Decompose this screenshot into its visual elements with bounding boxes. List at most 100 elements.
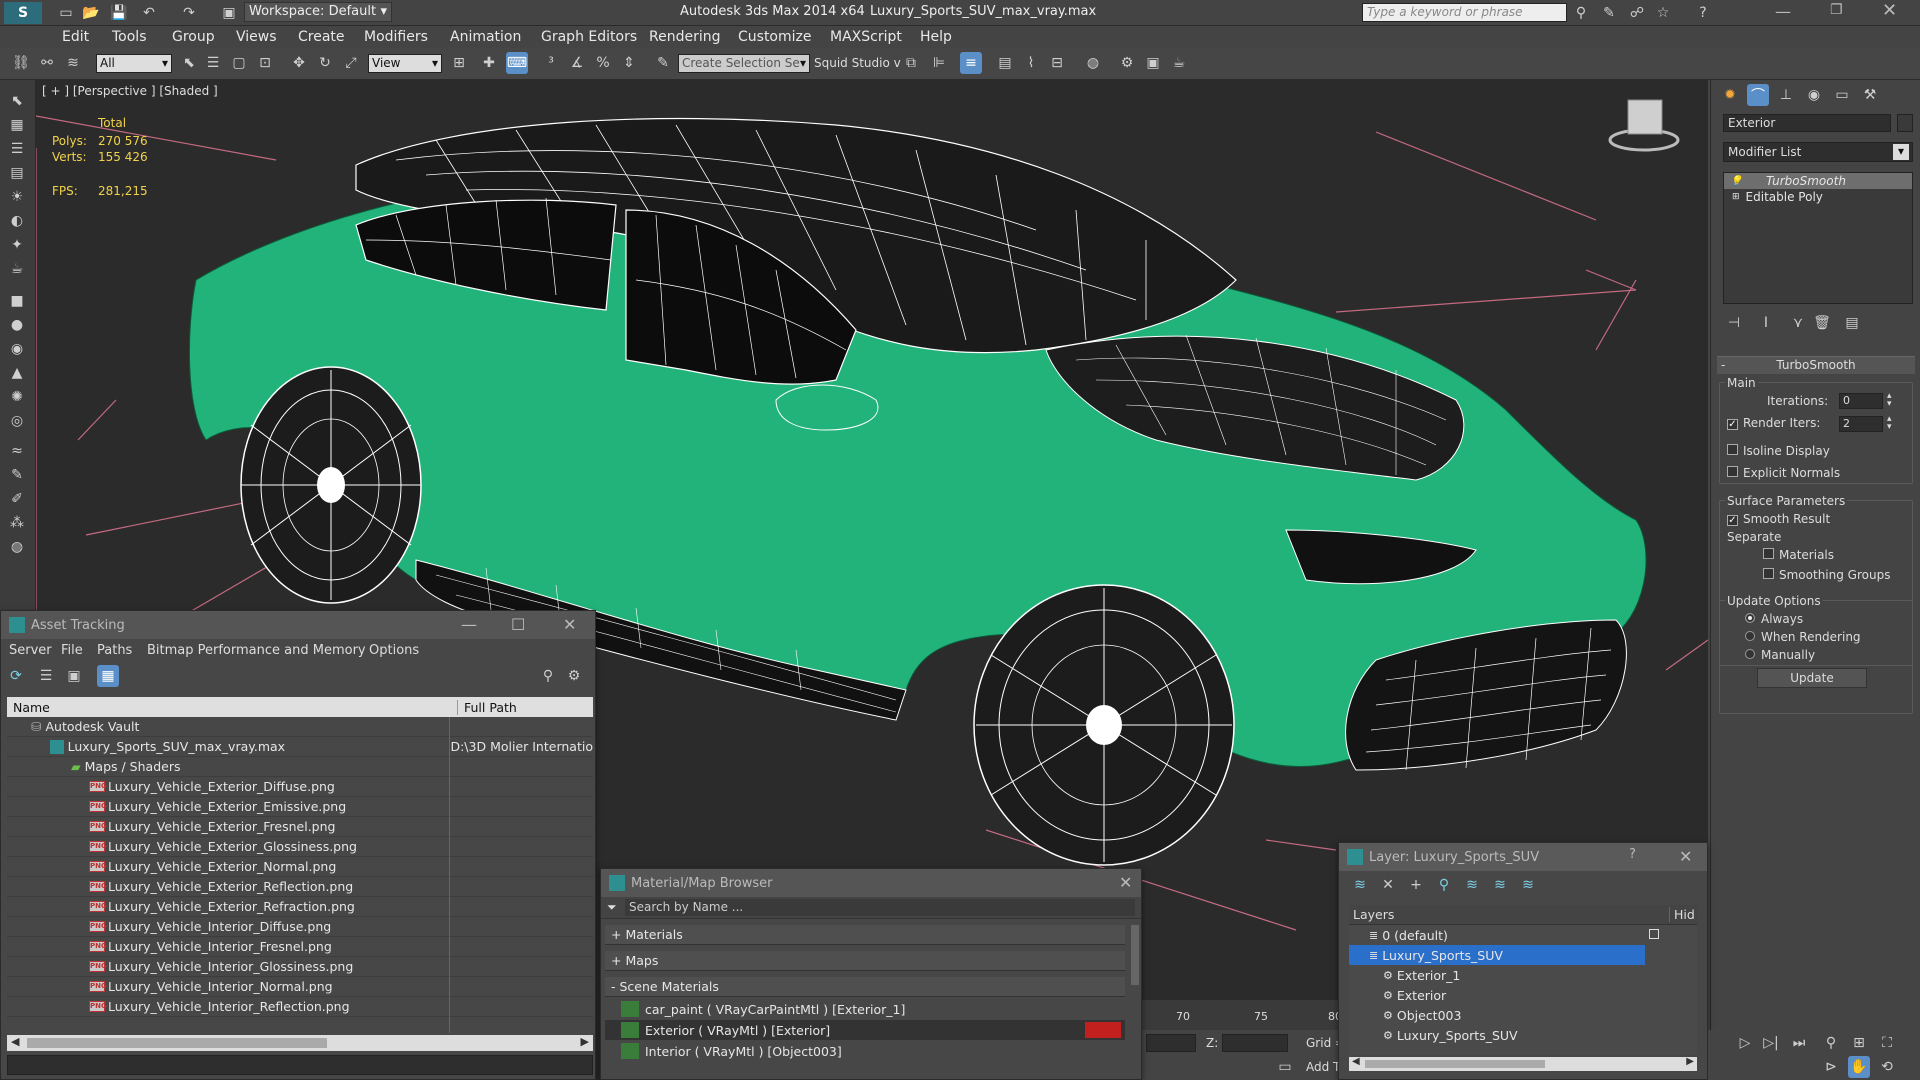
column-name[interactable]: Name (13, 700, 50, 715)
tool-move-icon[interactable]: ▦ (6, 114, 28, 136)
menu-edit[interactable]: Edit (62, 29, 89, 45)
save-icon[interactable]: 💾 (108, 2, 130, 24)
layer-h-scrollbar[interactable]: ◀ ▶ (1349, 1056, 1697, 1071)
selection-filter-dropdown[interactable]: All ▾ (96, 54, 172, 73)
search-input[interactable]: Type a keyword or phrase (1362, 3, 1567, 22)
display-tab-icon[interactable]: ▭ (1831, 84, 1853, 106)
iterations-spinner[interactable]: 0 (1839, 393, 1883, 409)
coord-field-z[interactable] (1222, 1034, 1288, 1052)
menu-paths[interactable]: Paths (97, 643, 132, 658)
snap-icon[interactable]: ³ (540, 52, 562, 74)
curve-editor-icon[interactable]: ⌇ (1020, 52, 1042, 74)
zoom-icon[interactable]: ⚲ (1820, 1032, 1842, 1054)
tool-helper-icon[interactable]: ✦ (6, 234, 28, 256)
layer-row[interactable]: ⚙ Object003 (1349, 1005, 1689, 1025)
max-file-row[interactable]: Luxury_Sports_SUV_max_vray.max D:\3D Moli… (7, 737, 593, 757)
vault-icon[interactable]: ⚲ (537, 665, 559, 687)
section-scene-materials[interactable]: - Scene Materials (605, 977, 1125, 997)
tool-scatter-icon[interactable]: ⁂ (6, 512, 28, 534)
menu-group[interactable]: Group (172, 29, 215, 45)
tool-geosphere-icon[interactable]: ◎ (6, 410, 28, 432)
settings-icon[interactable]: ⚙ (563, 665, 585, 687)
align-icon[interactable]: ⊫ (928, 52, 950, 74)
table-row[interactable]: PNG Luxury_Vehicle_Interior_Reflection.pn… (7, 997, 593, 1017)
modify-tab-icon[interactable]: ⌒ (1747, 84, 1769, 106)
hierarchy-tab-icon[interactable]: ⊥ (1775, 84, 1797, 106)
table-view-icon[interactable]: ▦ (97, 665, 119, 687)
select-manipulate-icon[interactable]: ✚ (478, 52, 500, 74)
menu-options[interactable]: Options (369, 643, 419, 658)
hide-checkbox-icon[interactable] (1649, 929, 1659, 939)
render-frame-icon[interactable]: ▣ (1142, 52, 1164, 74)
material-scrollbar[interactable] (1131, 925, 1139, 985)
always-row[interactable]: Always (1745, 612, 1803, 626)
material-item-interior[interactable]: Interior ( VRayMtl ) [Object003] (605, 1041, 1125, 1061)
edit-named-selection-icon[interactable]: ✎ (652, 52, 674, 74)
workspace-dropdown[interactable]: Workspace: Default ▾ (244, 2, 392, 22)
list-view-icon[interactable]: ☰ (35, 665, 57, 687)
help-button[interactable]: ? (1629, 847, 1636, 862)
bulb-icon[interactable]: 💡 (1730, 176, 1742, 187)
material-item-car-paint[interactable]: car_paint ( VRayCarPaintMtl ) [Exterior_… (605, 999, 1125, 1019)
layer-row[interactable]: ⚙ Exterior (1349, 985, 1689, 1005)
object-name-field[interactable]: Exterior (1723, 114, 1891, 132)
material-browser-titlebar[interactable]: Material/Map Browser ✕ (601, 869, 1141, 897)
field-of-view-icon[interactable]: ⊳ (1820, 1056, 1842, 1078)
asset-path-field[interactable] (7, 1055, 593, 1075)
object-color-swatch[interactable] (1897, 114, 1913, 132)
layer-row-selected[interactable]: ≣Luxury_Sports_SUV✓ (1349, 945, 1645, 965)
material-editor-icon[interactable]: ◍ (1082, 52, 1104, 74)
play-icon[interactable]: ▷ (1734, 1032, 1756, 1054)
pin-stack-icon[interactable]: ⊣ (1723, 312, 1745, 334)
vault-row[interactable]: ⛁ Autodesk Vault (7, 717, 593, 737)
undo-icon[interactable]: ↶ (138, 2, 160, 24)
go-end-icon[interactable]: ⏭ (1788, 1032, 1810, 1054)
tool-cone-icon[interactable]: ▲ (6, 362, 28, 384)
column-full-path[interactable]: Full Path (457, 699, 517, 715)
bind-icon[interactable]: ≋ (62, 52, 84, 74)
scroll-left-icon[interactable]: ◀ (11, 1035, 19, 1048)
configure-sets-icon[interactable]: ▤ (1841, 312, 1863, 334)
scroll-left-icon[interactable]: ◀ (1352, 1056, 1360, 1067)
table-row[interactable]: PNG Luxury_Vehicle_Interior_Glossiness.pn… (7, 957, 593, 977)
maximize-button[interactable]: ☐ (511, 615, 525, 634)
make-unique-icon[interactable]: ⋎ (1787, 312, 1809, 334)
material-search-bar[interactable]: ⏷ Search by Name ... (601, 897, 1141, 919)
isoline-row[interactable]: Isoline Display (1727, 444, 1830, 458)
hide-all-icon[interactable]: ≋ (1489, 874, 1511, 896)
when-rendering-radio[interactable] (1745, 631, 1755, 641)
orbit-icon[interactable]: ⟲ (1876, 1056, 1898, 1078)
add-to-layer-icon[interactable]: + (1405, 874, 1427, 896)
open-icon[interactable]: 📂 (80, 2, 102, 24)
explicit-normals-checkbox[interactable] (1727, 466, 1738, 477)
tool-box-icon[interactable]: ■ (6, 290, 28, 312)
pan-icon[interactable]: ✋ (1848, 1056, 1870, 1078)
percent-snap-icon[interactable]: % (592, 52, 614, 74)
filter-icon[interactable]: ⏷ (607, 900, 617, 915)
ribbon-icon[interactable]: ▤ (994, 52, 1016, 74)
spinner-snap-icon[interactable]: ⇕ (618, 52, 640, 74)
help-icon[interactable]: ? (1692, 2, 1714, 24)
account-icon[interactable]: ☍ (1626, 2, 1648, 24)
scroll-thumb[interactable] (1365, 1060, 1545, 1068)
scale-icon[interactable]: ⤢ (340, 52, 362, 74)
zoom-all-icon[interactable]: ⊞ (1848, 1032, 1870, 1054)
layer-titlebar[interactable]: Layer: Luxury_Sports_SUV ? ✕ (1339, 843, 1707, 871)
restore-button[interactable]: ❐ (1830, 2, 1843, 18)
mirror-icon[interactable]: ⧉ (900, 52, 922, 74)
manually-row[interactable]: Manually (1745, 648, 1815, 662)
isoline-checkbox[interactable] (1727, 444, 1738, 455)
material-item-exterior[interactable]: Exterior ( VRayMtl ) [Exterior] (605, 1020, 1125, 1040)
tool-sun-icon[interactable]: ✺ (6, 386, 28, 408)
menu-rendering[interactable]: Rendering (649, 29, 721, 45)
menu-animation[interactable]: Animation (450, 29, 521, 45)
table-row[interactable]: PNG Luxury_Vehicle_Interior_Normal.png (7, 977, 593, 997)
menu-create[interactable]: Create (298, 29, 345, 45)
menu-tools[interactable]: Tools (112, 29, 147, 45)
tool-select-icon[interactable]: ⬉ (6, 90, 28, 112)
refresh-icon[interactable]: ⟳ (5, 665, 27, 687)
key-icon[interactable]: ✎ (1598, 2, 1620, 24)
tool-globe-icon[interactable]: ◍ (6, 536, 28, 558)
tool-camera-icon[interactable]: ◐ (6, 210, 28, 232)
select-objects-icon[interactable]: ⚲ (1433, 874, 1455, 896)
